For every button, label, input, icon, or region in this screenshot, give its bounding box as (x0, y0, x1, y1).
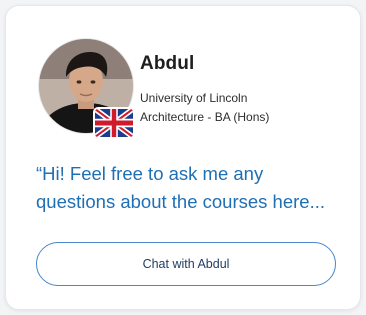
ambassador-details: University of Lincoln Architecture - BA … (140, 89, 269, 127)
ambassador-name: Abdul (140, 53, 195, 74)
university-label: University of Lincoln (140, 91, 248, 105)
intro-message: “Hi! Feel free to ask me any questions a… (36, 160, 341, 216)
course-label: Architecture - BA (Hons) (140, 110, 270, 124)
chat-button[interactable]: Chat with Abdul (36, 242, 336, 286)
intro-message-line-1: “Hi! Feel free to ask me any (36, 163, 264, 184)
uk-flag-icon (95, 109, 133, 137)
intro-message-line-2: questions about the courses here... (36, 191, 325, 212)
avatar-container (39, 39, 137, 137)
ambassador-card: Abdul University of Lincoln Architecture… (5, 5, 361, 310)
